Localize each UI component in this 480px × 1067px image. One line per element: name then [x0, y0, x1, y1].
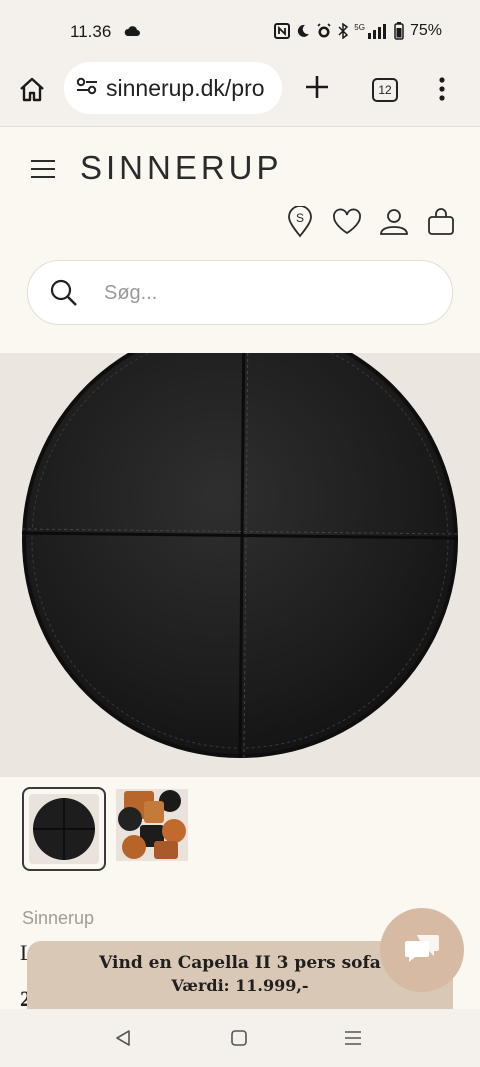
thumbnail-2[interactable] [116, 789, 188, 861]
promo-value: Værdi: 11.999,- [171, 976, 309, 995]
site-settings-icon[interactable] [76, 76, 98, 100]
bluetooth-icon [338, 23, 349, 39]
cart-bag-icon[interactable] [425, 205, 457, 239]
search-input[interactable] [102, 275, 426, 311]
product-main-image[interactable] [0, 353, 480, 777]
url-text: sinnerup.dk/pro [106, 74, 265, 101]
signal-icon: 5G [354, 23, 388, 39]
page: 11.36 5G 75% sinnerup.dk/pro 12 SINNERUP… [0, 0, 480, 1067]
network-type: 5G [354, 23, 365, 32]
svg-text:S: S [296, 211, 304, 225]
system-icons: 5G 75% [274, 22, 442, 40]
thumbnail-2-image [116, 789, 188, 861]
chat-bubbles-icon [403, 932, 441, 968]
tab-switcher-button[interactable]: 12 [372, 78, 398, 102]
moon-icon [296, 24, 310, 38]
alarm-icon [316, 23, 332, 39]
battery-level: 75% [409, 22, 442, 39]
system-nav-bar [0, 1009, 480, 1067]
address-bar[interactable]: sinnerup.dk/pro [64, 62, 282, 114]
menu-icon[interactable] [30, 159, 56, 183]
brand-logo[interactable]: SINNERUP [80, 149, 283, 187]
store-locator-icon[interactable]: S [284, 205, 316, 239]
thumbnail-1-image [29, 794, 99, 864]
account-icon[interactable] [378, 205, 410, 239]
home-icon[interactable] [18, 76, 46, 104]
site-header: SINNERUP S [0, 127, 480, 353]
product-thumbnails [22, 787, 188, 871]
more-options-icon[interactable] [438, 76, 446, 106]
nfc-icon [274, 23, 291, 39]
battery-icon [394, 22, 404, 40]
product-vendor[interactable]: Sinnerup [22, 908, 94, 929]
wishlist-heart-icon[interactable] [331, 205, 363, 239]
header-actions: S [284, 205, 457, 239]
home-square-icon[interactable] [230, 1029, 248, 1051]
chat-button[interactable] [380, 908, 464, 992]
recents-icon[interactable] [344, 1030, 362, 1050]
new-tab-icon[interactable] [304, 74, 330, 104]
thumbnail-1[interactable] [22, 787, 106, 871]
status-time: 11.36 [70, 22, 112, 41]
browser-toolbar: sinnerup.dk/pro 12 [0, 62, 480, 127]
leather-seat-cushion-image [21, 353, 459, 758]
search-icon[interactable] [50, 279, 78, 311]
cloud-icon [124, 24, 140, 42]
search-bar[interactable] [27, 260, 453, 325]
status-bar: 11.36 5G 75% [0, 0, 480, 62]
back-icon[interactable] [114, 1029, 132, 1051]
